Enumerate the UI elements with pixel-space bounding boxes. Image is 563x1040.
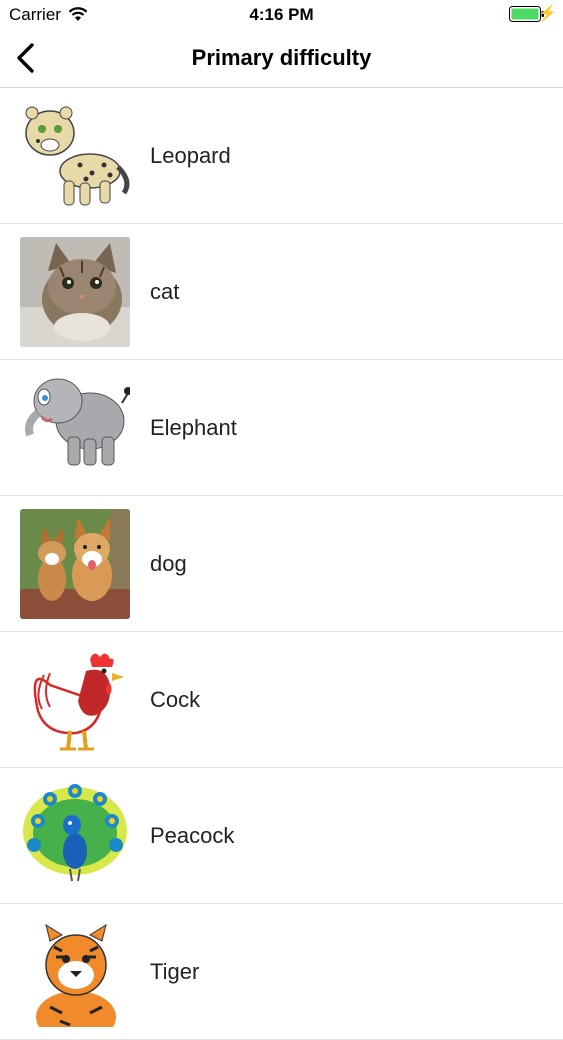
status-time: 4:16 PM	[249, 5, 314, 24]
charging-icon: ⚡	[538, 5, 557, 22]
list-item-label: Leopard	[150, 143, 231, 168]
list-item-label: Tiger	[150, 959, 200, 984]
list-item-cat[interactable]: cat	[0, 224, 563, 360]
status-bar: Carrier 4:16 PM ⚡	[0, 0, 563, 30]
list-item-tiger[interactable]: Tiger	[0, 904, 563, 1040]
page-title: Primary difficulty	[191, 45, 372, 70]
corgi-image	[20, 509, 130, 619]
list-item-leopard[interactable]: Leopard	[0, 88, 563, 224]
list-item-label: cat	[150, 279, 180, 304]
peacock-image	[20, 781, 130, 891]
list-item-label: Cock	[150, 687, 201, 712]
list-item-peacock[interactable]: Peacock	[0, 768, 563, 904]
leopard-image	[20, 101, 130, 211]
navigation-bar: Primary difficulty	[0, 30, 563, 88]
rooster-image	[20, 645, 130, 755]
list-item-elephant[interactable]: Elephant	[0, 360, 563, 496]
list-item-label: Elephant	[150, 415, 237, 440]
list-item-label: Peacock	[150, 823, 235, 848]
kitten-image	[20, 237, 130, 347]
list-item-label: dog	[150, 551, 187, 576]
elephant-image	[20, 373, 130, 483]
list-item-cock[interactable]: Cock	[0, 632, 563, 768]
list-item-dog[interactable]: dog	[0, 496, 563, 632]
animal-list: Leopard cat Elephant dog Cock Peacock Ti…	[0, 88, 563, 1040]
tiger-image	[20, 917, 130, 1027]
